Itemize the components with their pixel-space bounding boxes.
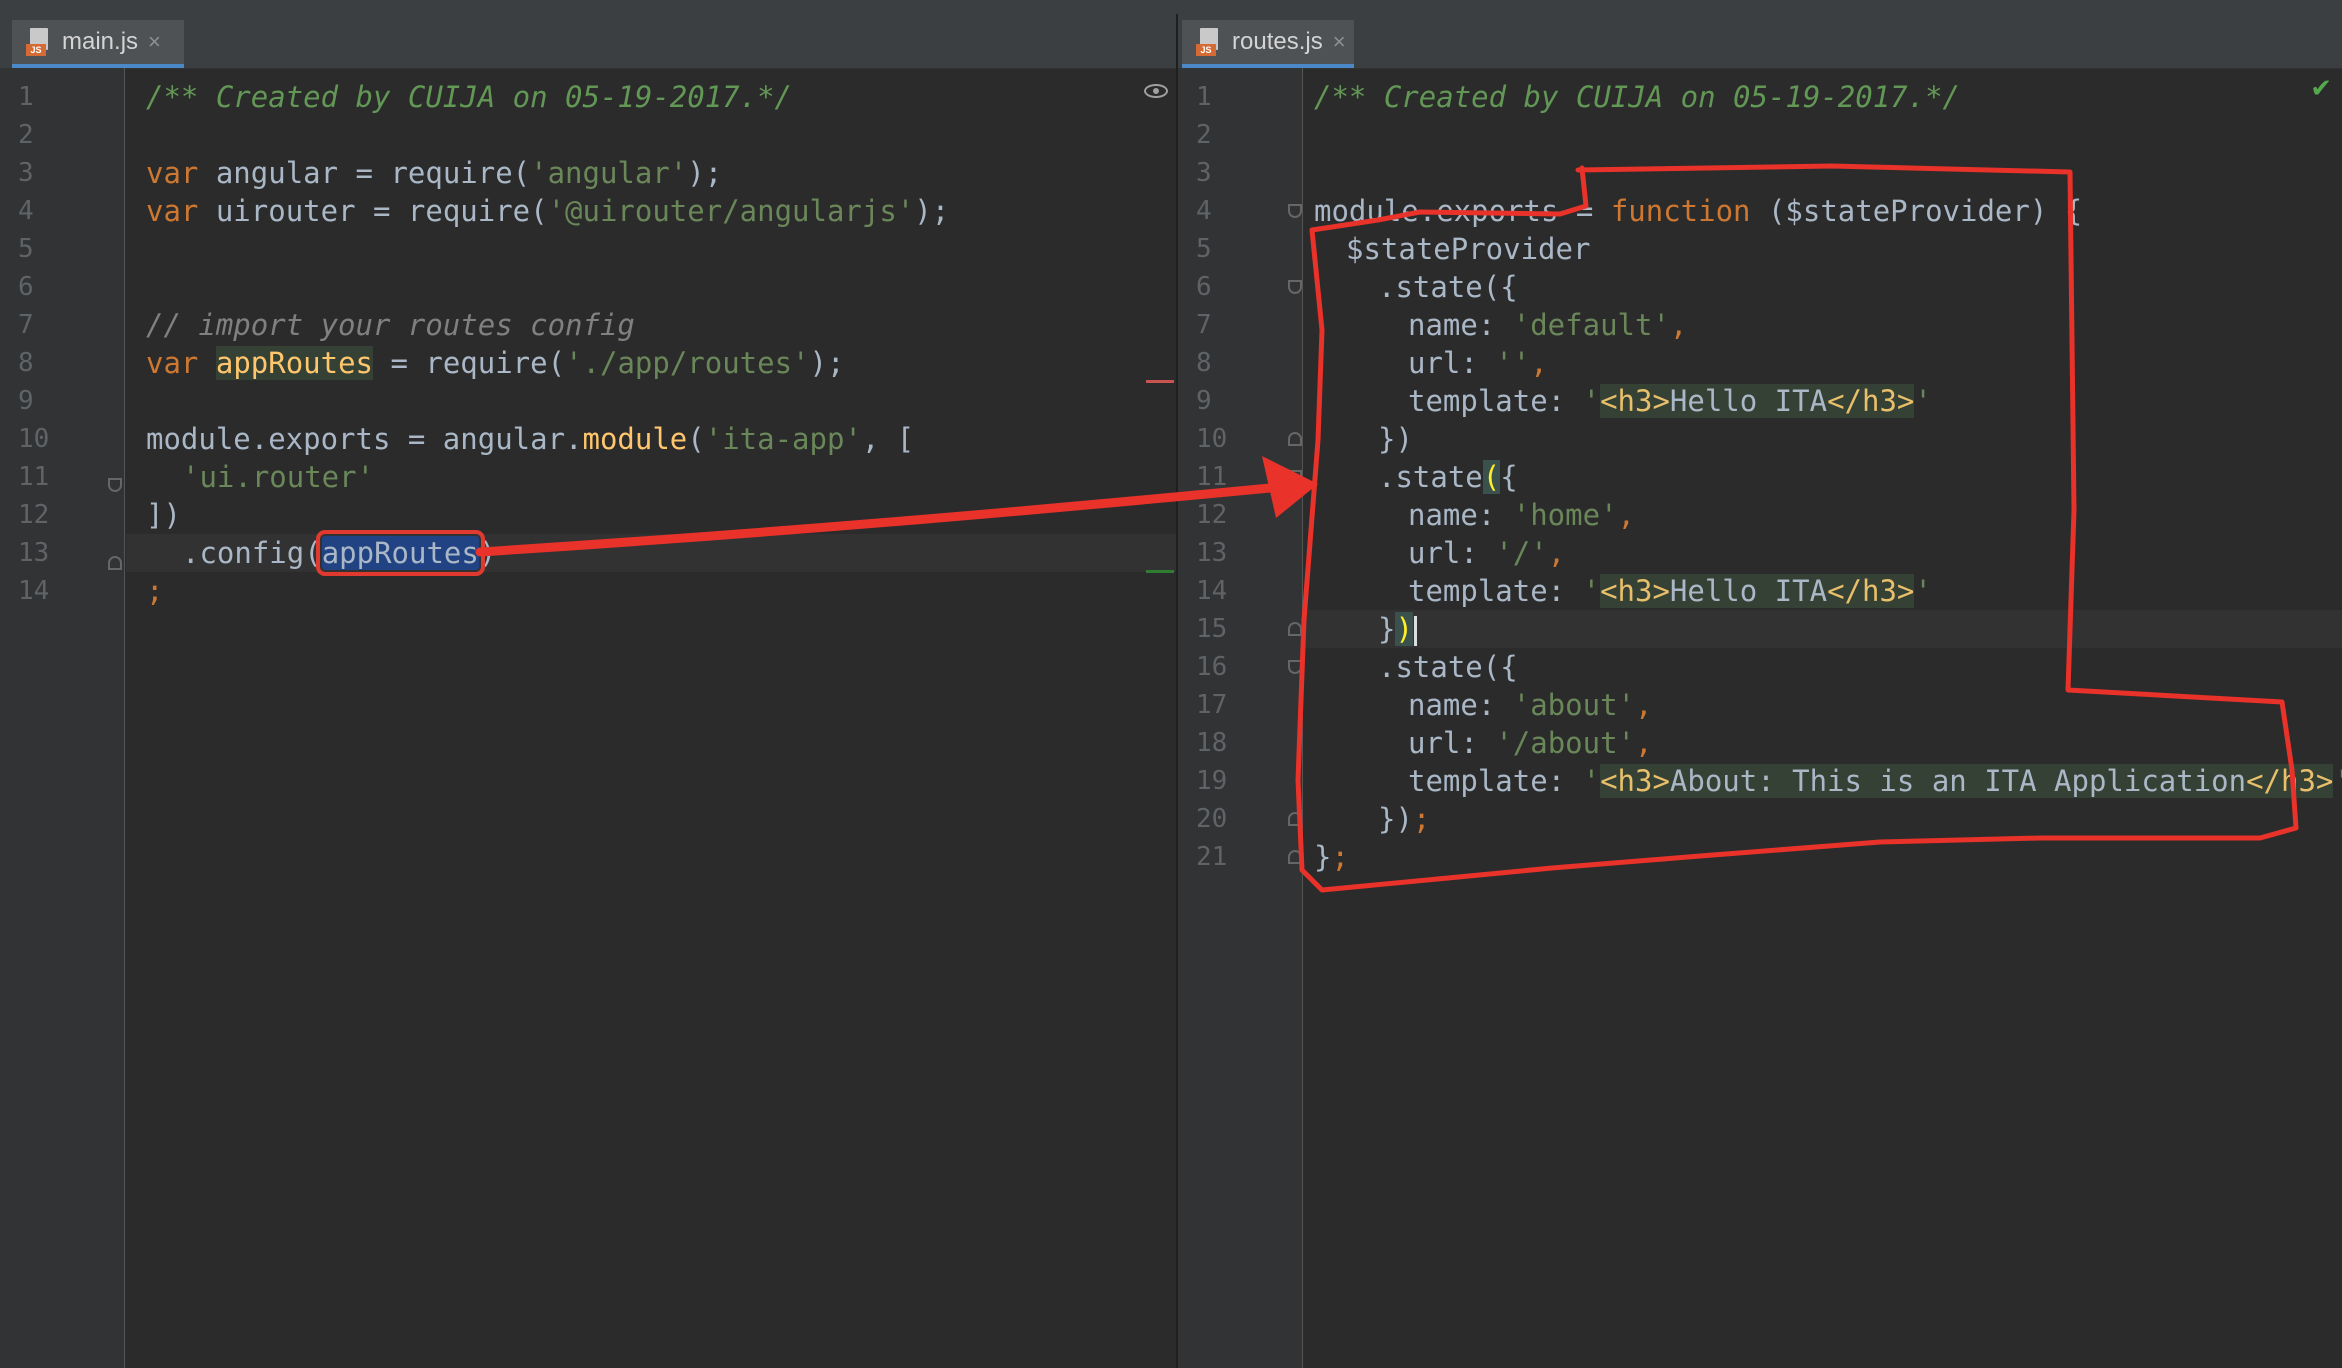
tab-label: main.js (62, 28, 139, 55)
current-line-highlight (1304, 610, 2342, 648)
code-line: $stateProvider (1346, 232, 1591, 266)
line-number: 3 (18, 158, 34, 188)
close-icon[interactable]: × (1333, 29, 1346, 55)
fold-marker-icon[interactable] (1288, 660, 1302, 674)
code-line: template: '<h3>Hello ITA</h3>' (1408, 384, 1932, 418)
code-line: module.exports = function ($stateProvide… (1314, 194, 2083, 228)
code-line: }) (1378, 610, 1417, 648)
js-file-icon: JS (26, 28, 50, 56)
code-line: ; (146, 574, 164, 608)
code-line: url: '', (1408, 346, 1548, 380)
tab-label: routes.js (1232, 28, 1323, 55)
code-line: }) (1378, 422, 1413, 456)
fold-marker-icon[interactable] (1288, 850, 1302, 864)
code-line: 'ui.router' (182, 460, 375, 494)
line-number: 20 (1196, 804, 1228, 834)
line-number: 1 (18, 82, 34, 112)
line-number: 13 (1196, 538, 1228, 568)
change-stripe-marker[interactable] (1146, 570, 1174, 573)
fold-marker-icon[interactable] (1288, 280, 1302, 294)
line-number: 11 (1196, 462, 1228, 492)
line-number: 4 (18, 196, 34, 226)
code-line: url: '/', (1408, 536, 1566, 570)
line-number: 13 (18, 538, 50, 568)
code-line: .state({ (1378, 460, 1518, 494)
line-number: 2 (1196, 120, 1212, 150)
line-number: 3 (1196, 158, 1212, 188)
line-number: 9 (18, 386, 34, 416)
check-icon: ✔ (2310, 74, 2332, 104)
right-editor-pane: JS routes.js × 1 2 3 4 5 6 7 8 9 10 11 1… (1178, 14, 2342, 1368)
selected-identifier[interactable]: appRoutes (315, 530, 485, 576)
tab-routes-js[interactable]: JS routes.js × (1182, 20, 1354, 68)
code-line: ]) (146, 498, 181, 532)
top-toolbar-strip (0, 0, 2342, 15)
line-number: 14 (18, 576, 50, 606)
error-stripe-marker[interactable] (1146, 380, 1174, 383)
line-number: 18 (1196, 728, 1228, 758)
line-number: 10 (18, 424, 50, 454)
line-number: 16 (1196, 652, 1228, 682)
line-number: 11 (18, 462, 50, 492)
fold-marker-icon[interactable] (1288, 204, 1302, 218)
fold-marker-icon[interactable] (1288, 432, 1302, 446)
line-number: 15 (1196, 614, 1228, 644)
left-code-editor[interactable]: /** Created by CUIJA on 05-19-2017.*/ va… (126, 68, 1176, 1368)
code-line: .state({ (1378, 650, 1518, 684)
code-line: /** Created by CUIJA on 05-19-2017.*/ (146, 80, 793, 114)
right-gutter: 1 2 3 4 5 6 7 8 9 10 11 12 13 14 15 16 1… (1178, 68, 1303, 1368)
fold-marker-icon[interactable] (1288, 622, 1302, 636)
code-line: name: 'about', (1408, 688, 1653, 722)
code-line: template: '<h3>About: This is an ITA App… (1408, 764, 2342, 798)
code-line: var appRoutes = require('./app/routes'); (146, 346, 845, 380)
line-number: 14 (1196, 576, 1228, 606)
code-line: .config(appRoutes) (182, 530, 497, 576)
line-number: 7 (1196, 310, 1212, 340)
code-line: name: 'default', (1408, 308, 1688, 342)
fold-marker-icon[interactable] (108, 556, 122, 570)
line-number: 4 (1196, 196, 1212, 226)
line-number: 21 (1196, 842, 1228, 872)
tab-main-js[interactable]: JS main.js × (12, 20, 184, 68)
code-line: /** Created by CUIJA on 05-19-2017.*/ (1314, 80, 1961, 114)
code-line: url: '/about', (1408, 726, 1653, 760)
fold-marker-icon[interactable] (108, 478, 122, 492)
code-line: }); (1378, 802, 1431, 836)
fold-marker-icon[interactable] (1288, 470, 1302, 484)
line-number: 8 (18, 348, 34, 378)
line-number: 2 (18, 120, 34, 150)
js-file-icon: JS (1196, 28, 1220, 56)
line-number: 1 (1196, 82, 1212, 112)
code-line: name: 'home', (1408, 498, 1635, 532)
code-line: .state({ (1378, 270, 1518, 304)
fold-marker-icon[interactable] (1288, 812, 1302, 826)
line-number: 19 (1196, 766, 1228, 796)
code-line: module.exports = angular.module('ita-app… (146, 422, 915, 456)
right-tab-bar: JS routes.js × (1178, 14, 2342, 69)
line-number: 12 (1196, 500, 1228, 530)
code-line: var uirouter = require('@uirouter/angula… (146, 194, 950, 228)
left-gutter: 1 2 3 4 5 6 7 8 9 10 11 12 13 14 (0, 68, 125, 1368)
eye-icon[interactable] (1144, 84, 1168, 98)
left-tab-bar: JS main.js × (0, 14, 1176, 69)
line-number: 5 (18, 234, 34, 264)
code-line: template: '<h3>Hello ITA</h3>' (1408, 574, 1932, 608)
line-number: 10 (1196, 424, 1228, 454)
line-number: 9 (1196, 386, 1212, 416)
text-cursor (1413, 616, 1417, 646)
code-line: // import your routes config (146, 308, 635, 342)
close-icon[interactable]: × (148, 29, 161, 55)
line-number: 5 (1196, 234, 1212, 264)
line-number: 8 (1196, 348, 1212, 378)
line-number: 7 (18, 310, 34, 340)
right-code-editor[interactable]: /** Created by CUIJA on 05-19-2017.*/ mo… (1304, 68, 2342, 1368)
line-number: 12 (18, 500, 50, 530)
line-number: 17 (1196, 690, 1228, 720)
code-line: }; (1314, 840, 1349, 874)
code-line: var angular = require('angular'); (146, 156, 723, 190)
line-number: 6 (18, 272, 34, 302)
left-editor-pane: JS main.js × 1 2 3 4 5 6 7 8 9 10 11 12 … (0, 14, 1176, 1368)
line-number: 6 (1196, 272, 1212, 302)
